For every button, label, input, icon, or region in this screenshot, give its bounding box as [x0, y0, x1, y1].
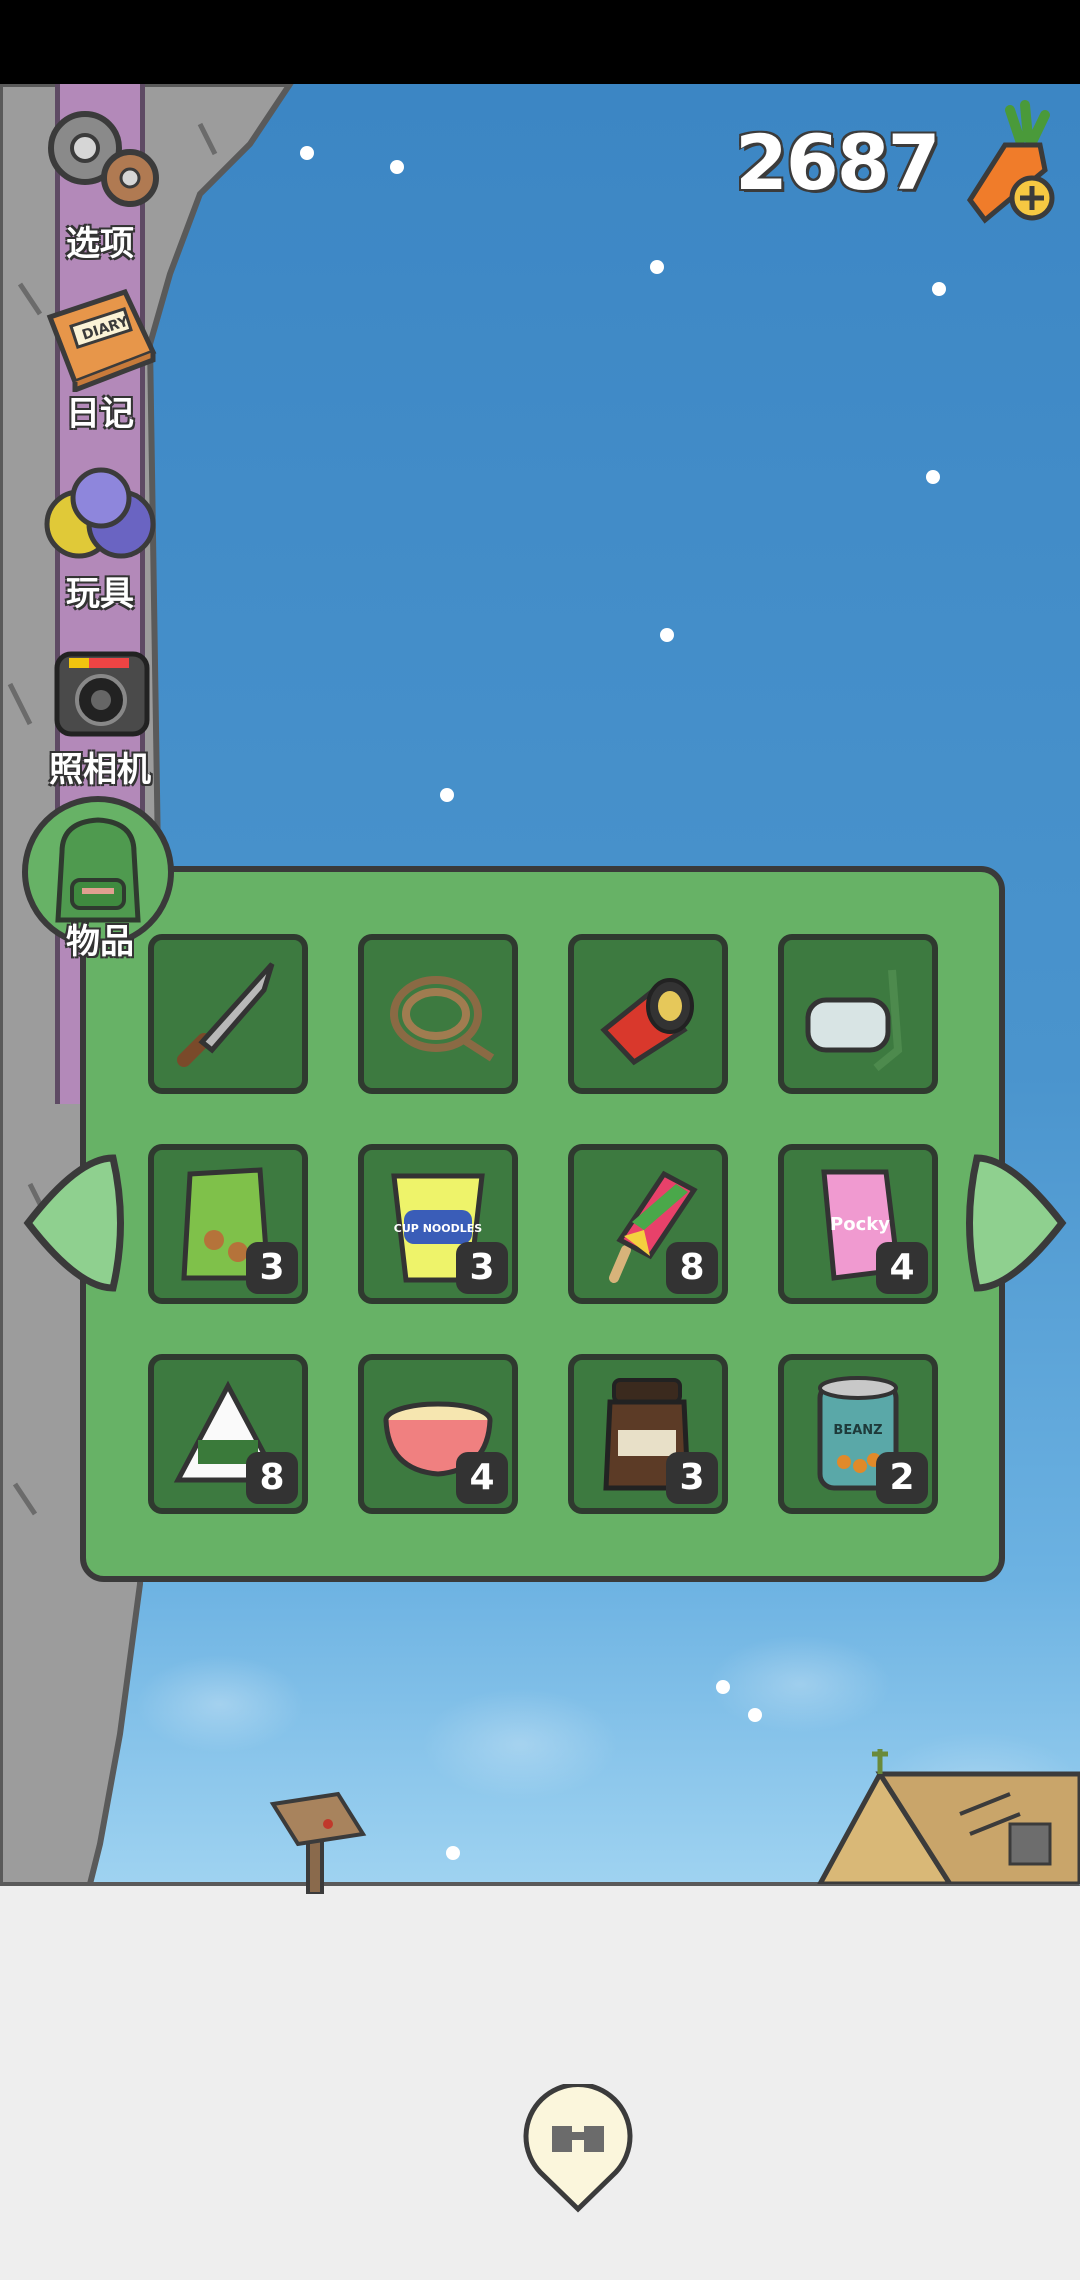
inventory-slot-snorkel-mask[interactable] — [778, 934, 938, 1094]
snowflake — [300, 146, 314, 160]
carrot-count: 2687 — [735, 118, 941, 207]
cup-noodles-label: CUP NOODLES — [394, 1222, 482, 1235]
snowflake — [926, 470, 940, 484]
sidebar-item-diary[interactable]: DIARY 日记 — [28, 282, 172, 435]
toy-balls-icon — [44, 467, 156, 559]
snowflake — [446, 1846, 460, 1860]
snow-ground — [0, 1886, 1080, 2280]
inventory-panel: 3 CUP NOODLES 3 8 Pocky 4 8 4 3 BEANZ 2 — [80, 866, 1005, 1582]
inventory-slot-popsicle[interactable]: 8 — [568, 1144, 728, 1304]
sidebar-item-options[interactable]: 选项 — [28, 98, 172, 265]
map-button[interactable] — [520, 2084, 636, 2214]
inventory-slot-flashlight[interactable] — [568, 934, 728, 1094]
flashlight-icon — [600, 978, 694, 1066]
item-quantity: 3 — [246, 1242, 298, 1294]
item-quantity: 2 — [876, 1452, 928, 1504]
inventory-slot-onigiri[interactable]: 8 — [148, 1354, 308, 1514]
status-bar — [0, 0, 1080, 84]
inventory-slot-chocolate-jar[interactable]: 3 — [568, 1354, 728, 1514]
sidebar-label-diary: 日记 — [66, 394, 134, 434]
gears-icon — [48, 111, 159, 207]
item-quantity: 8 — [246, 1452, 298, 1504]
sidebar-item-camera[interactable]: 照相机 — [28, 636, 172, 791]
item-quantity: 4 — [456, 1452, 508, 1504]
carrot-plus-icon[interactable] — [950, 100, 1070, 230]
inventory-slot-pocky-box[interactable]: Pocky 4 — [778, 1144, 938, 1304]
snowflake — [748, 1708, 762, 1722]
inventory-slot-rope[interactable] — [358, 934, 518, 1094]
rope-icon — [390, 976, 495, 1062]
snowflake — [390, 160, 404, 174]
tent-icon — [817, 1749, 1080, 1884]
inventory-slot-snack-bag[interactable]: 3 — [148, 1144, 308, 1304]
snowflake — [716, 1680, 730, 1694]
snowflake — [650, 260, 664, 274]
snowflake — [660, 628, 674, 642]
pocky-label: Pocky — [830, 1214, 890, 1235]
sidebar-label-camera: 照相机 — [49, 750, 151, 790]
next-page-arrow[interactable] — [962, 1148, 1072, 1298]
previous-page-arrow[interactable] — [18, 1148, 128, 1298]
inventory-slot-machete[interactable] — [148, 934, 308, 1094]
item-quantity: 3 — [666, 1452, 718, 1504]
item-quantity: 3 — [456, 1242, 508, 1294]
camera-icon — [54, 651, 150, 737]
diary-icon: DIARY — [46, 288, 157, 392]
sidebar-label-options: 选项 — [66, 224, 134, 264]
sidebar-item-toys[interactable]: 玩具 — [28, 462, 172, 615]
item-quantity: 8 — [666, 1242, 718, 1294]
inventory-slot-cup-noodles[interactable]: CUP NOODLES 3 — [358, 1144, 518, 1304]
item-quantity: 4 — [876, 1242, 928, 1294]
inventory-slot-beans-can[interactable]: BEANZ 2 — [778, 1354, 938, 1514]
sidebar-label-toys: 玩具 — [66, 574, 134, 614]
sidebar-label-items: 物品 — [66, 922, 134, 962]
beans-label: BEANZ — [833, 1423, 882, 1438]
snorkel-mask-icon — [805, 969, 903, 1072]
inventory-slot-ramen-bowl[interactable]: 4 — [358, 1354, 518, 1514]
snowflake — [932, 282, 946, 296]
signpost-icon — [269, 1791, 367, 1894]
machete-icon — [177, 962, 275, 1067]
snowflake — [440, 788, 454, 802]
